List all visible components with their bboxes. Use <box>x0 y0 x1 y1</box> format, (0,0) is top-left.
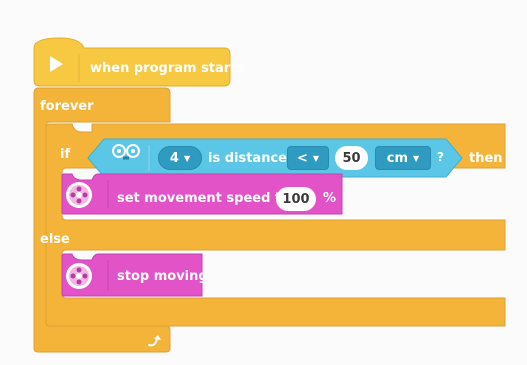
comparator-dropdown[interactable]: < ▼ <box>287 146 329 170</box>
speed-unit: % <box>323 191 337 206</box>
port-value: 4 <box>169 150 179 166</box>
movement-motor-icon <box>66 182 92 208</box>
distance-value: 50 <box>342 150 361 166</box>
unit-value: cm <box>386 150 409 166</box>
unit-dropdown[interactable]: cm ▼ <box>375 146 431 170</box>
if-label[interactable]: if <box>60 147 70 162</box>
speed-value-input[interactable]: 100 <box>276 187 316 211</box>
forever-label[interactable]: forever <box>40 99 94 114</box>
else-label: else <box>40 232 70 247</box>
set-speed-label: set movement speed to <box>117 191 291 206</box>
condition-label: is distance <box>208 151 287 166</box>
hat-block-label: when program starts <box>90 61 245 76</box>
speed-value: 100 <box>282 191 310 207</box>
movement-motor-icon <box>66 263 92 289</box>
code-canvas: when program starts forever if 4 ▼ is di… <box>0 0 527 365</box>
then-label: then <box>469 151 503 166</box>
play-icon <box>50 56 63 72</box>
help-icon[interactable]: ? <box>437 150 444 164</box>
distance-value-input[interactable]: 50 <box>335 146 368 170</box>
port-dropdown[interactable]: 4 ▼ <box>158 146 202 170</box>
loop-arrow-icon <box>148 335 161 347</box>
chevron-down-icon: ▼ <box>183 153 191 163</box>
distance-sensor-icon <box>112 144 140 160</box>
comparator-value: < <box>296 150 308 166</box>
stop-moving-label: stop moving <box>117 269 208 284</box>
chevron-down-icon: ▼ <box>413 153 420 163</box>
chevron-down-icon: ▼ <box>312 153 320 163</box>
